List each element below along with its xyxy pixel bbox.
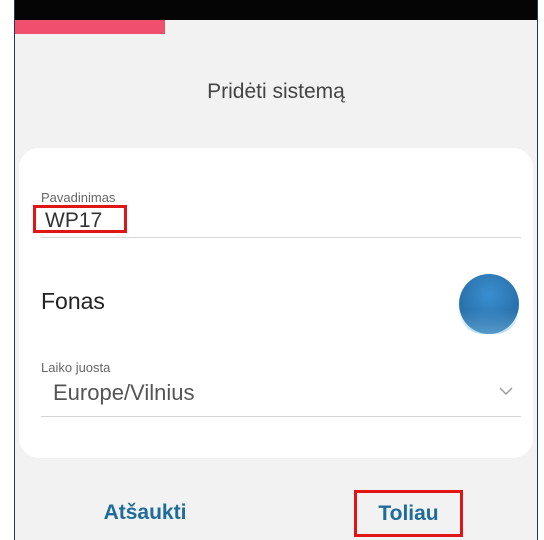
next-button[interactable]: Toliau [354,490,463,537]
background-color-picker[interactable] [459,274,519,334]
app-window: Pridėti sistemą Pavadinimas WP17 Fonas L… [14,0,538,540]
timezone-select[interactable]: Europe/Vilnius [53,380,194,406]
name-field-label: Pavadinimas [41,190,116,205]
background-label: Fonas [41,288,105,314]
name-field[interactable]: WP17 [33,205,127,233]
progress-fill [15,20,165,34]
system-form-card: Pavadinimas WP17 Fonas Laiko juosta Euro… [19,148,533,458]
name-field-value: WP17 [45,209,103,232]
chevron-down-icon[interactable] [499,386,513,396]
name-field-underline [41,237,521,238]
timezone-field-underline [41,416,521,417]
progress-bar [15,20,537,34]
status-bar [15,0,537,20]
page-title: Pridėti sistemą [207,80,345,103]
timezone-field-label: Laiko juosta [41,360,111,375]
cancel-button[interactable]: Atšaukti [85,498,205,528]
